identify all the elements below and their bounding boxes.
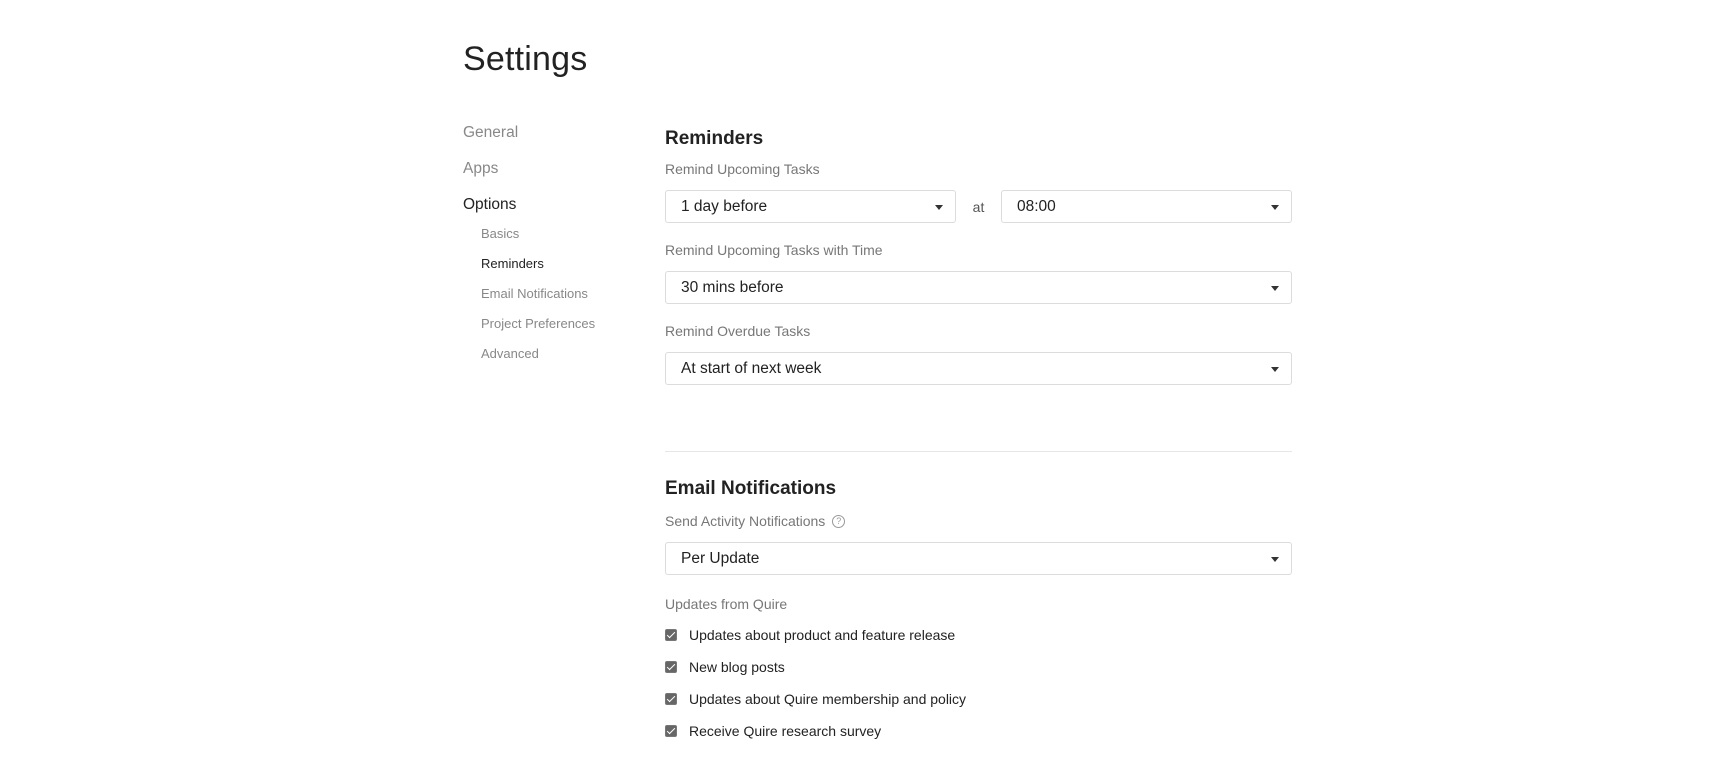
remind-upcoming-value: 1 day before — [681, 197, 768, 215]
send-activity-label-text: Send Activity Notifications — [665, 513, 826, 529]
chevron-down-icon — [935, 205, 943, 210]
sidebar-subitem-basics[interactable]: Basics — [481, 225, 643, 255]
sidebar-subitem-project-preferences[interactable]: Project Preferences — [481, 315, 643, 345]
page-title: Settings — [463, 40, 588, 78]
sidebar-item-options[interactable]: Options — [463, 194, 643, 225]
sidebar-item-general[interactable]: General — [463, 122, 643, 158]
send-activity-value: Per Update — [681, 549, 760, 567]
settings-main: Reminders Remind Upcoming Tasks 1 day be… — [665, 126, 1292, 747]
remind-time-value: 08:00 — [1017, 197, 1056, 215]
reminders-title: Reminders — [665, 128, 764, 149]
checkbox-row-blog-posts[interactable]: New blog posts — [665, 651, 1292, 683]
help-icon[interactable]: ? — [832, 514, 846, 528]
checkbox-row-membership-policy[interactable]: Updates about Quire membership and polic… — [665, 683, 1292, 715]
reminders-section: Reminders Remind Upcoming Tasks 1 day be… — [665, 126, 1292, 385]
checkbox-checked-icon[interactable] — [665, 693, 677, 705]
checkbox-label: Updates about product and feature releas… — [689, 627, 956, 643]
updates-from-quire-label: Updates from Quire — [665, 596, 788, 612]
checkbox-label: New blog posts — [689, 659, 785, 675]
remind-upcoming-with-time-label: Remind Upcoming Tasks with Time — [665, 242, 883, 258]
checkbox-label: Updates about Quire membership and polic… — [689, 691, 967, 707]
remind-time-select[interactable]: 08:00 — [1001, 190, 1292, 223]
remind-overdue-select[interactable]: At start of next week — [665, 352, 1292, 385]
settings-sidebar: General Apps Options Basics Reminders Em… — [463, 122, 643, 375]
at-label: at — [972, 198, 985, 215]
checkbox-checked-icon[interactable] — [665, 629, 677, 641]
sidebar-subitem-advanced[interactable]: Advanced — [481, 345, 643, 375]
sidebar-subitem-reminders[interactable]: Reminders — [481, 255, 643, 285]
remind-upcoming-label: Remind Upcoming Tasks — [665, 161, 820, 177]
section-divider — [665, 451, 1292, 452]
email-notifications-title: Email Notifications — [665, 478, 837, 499]
sidebar-item-apps[interactable]: Apps — [463, 158, 643, 194]
updates-checkbox-list: Updates about product and feature releas… — [665, 619, 1292, 747]
chevron-down-icon — [1271, 286, 1279, 291]
remind-overdue-value: At start of next week — [681, 359, 822, 377]
chevron-down-icon — [1271, 367, 1279, 372]
send-activity-label: Send Activity Notifications ? — [665, 512, 1292, 530]
chevron-down-icon — [1271, 557, 1279, 562]
email-notifications-section: Email Notifications Send Activity Notifi… — [665, 476, 1292, 747]
remind-overdue-label: Remind Overdue Tasks — [665, 323, 811, 339]
send-activity-select[interactable]: Per Update — [665, 542, 1292, 575]
checkbox-row-product-updates[interactable]: Updates about product and feature releas… — [665, 619, 1292, 651]
settings-page: Settings General Apps Options Basics Rem… — [0, 0, 1725, 767]
checkbox-checked-icon[interactable] — [665, 725, 677, 737]
remind-upcoming-with-time-value: 30 mins before — [681, 278, 784, 296]
checkbox-row-research-survey[interactable]: Receive Quire research survey — [665, 715, 1292, 747]
checkbox-checked-icon[interactable] — [665, 661, 677, 673]
checkbox-label: Receive Quire research survey — [689, 723, 882, 739]
remind-upcoming-select[interactable]: 1 day before — [665, 190, 956, 223]
remind-upcoming-row: 1 day before at 08:00 — [665, 190, 1292, 223]
remind-upcoming-with-time-select[interactable]: 30 mins before — [665, 271, 1292, 304]
sidebar-subitem-email-notifications[interactable]: Email Notifications — [481, 285, 643, 315]
sidebar-options-submenu: Basics Reminders Email Notifications Pro… — [463, 225, 643, 375]
chevron-down-icon — [1271, 205, 1279, 210]
